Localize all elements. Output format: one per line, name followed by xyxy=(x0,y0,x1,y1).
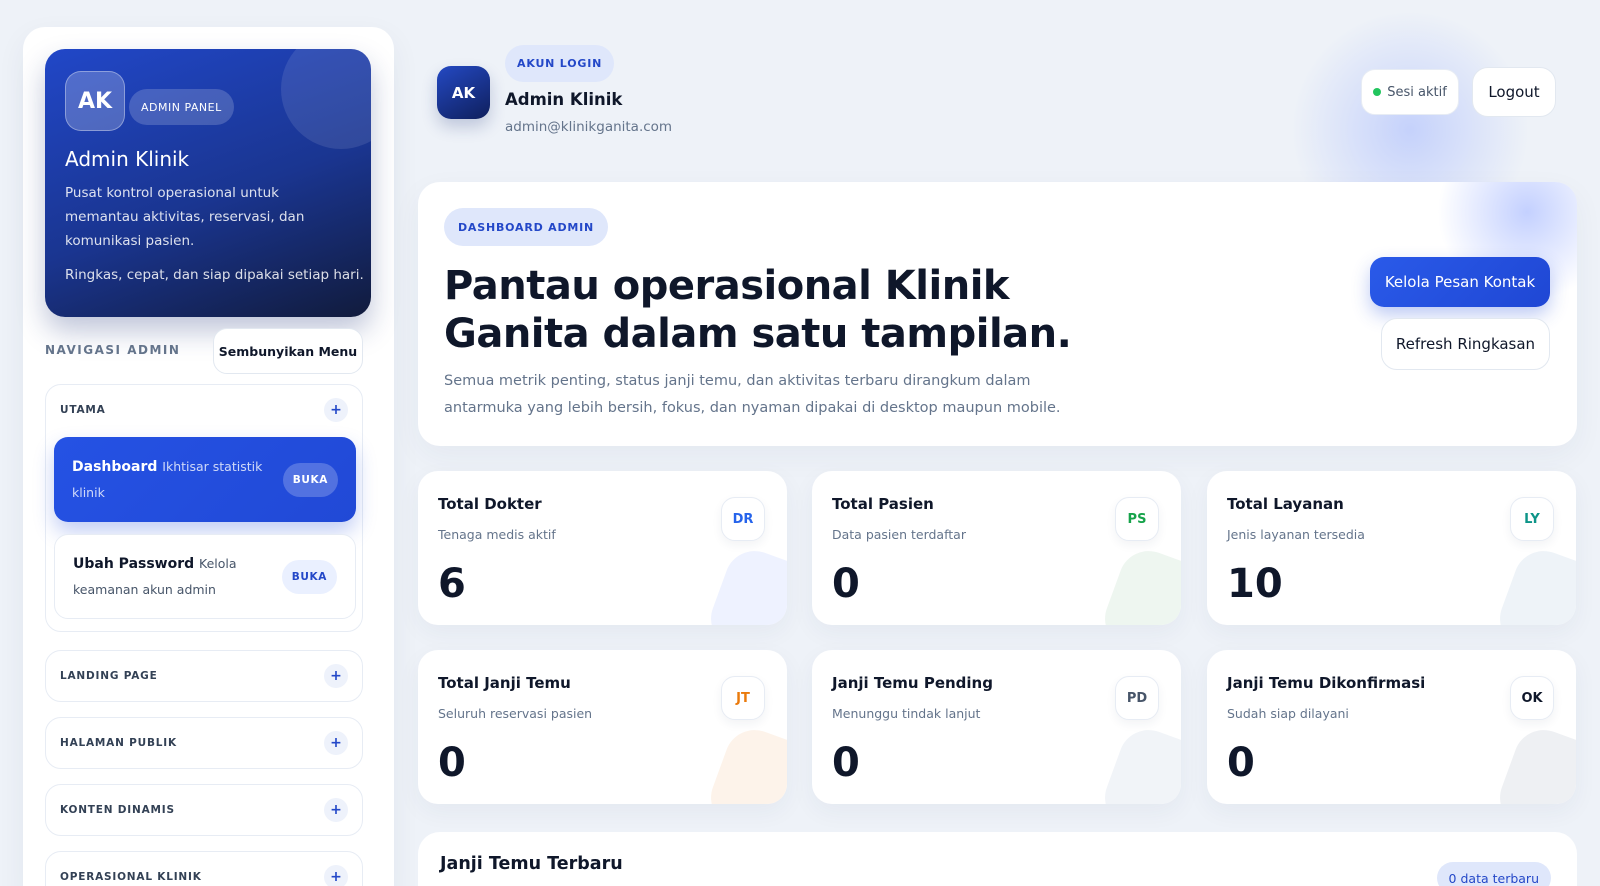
stat-code-icon: LY xyxy=(1510,497,1554,541)
admin-panel-badge: ADMIN PANEL xyxy=(129,89,234,125)
stat-title: Total Dokter xyxy=(438,495,542,513)
manage-contact-messages-button[interactable]: Kelola Pesan Kontak xyxy=(1370,257,1550,307)
stat-card-total-pasien: Total Pasien Data pasien terdaftar 0 PS xyxy=(812,471,1181,625)
stat-card-total-janji-temu: Total Janji Temu Seluruh reservasi pasien… xyxy=(418,650,787,804)
session-status-badge: Sesi aktif xyxy=(1361,69,1459,115)
user-name: Admin Klinik xyxy=(505,90,623,109)
decorative-circle xyxy=(281,49,371,149)
recent-count-badge: 0 data terbaru xyxy=(1436,862,1551,886)
stat-value: 0 xyxy=(832,740,860,786)
nav-group-header[interactable]: LANDING PAGE + xyxy=(46,651,362,701)
refresh-summary-button[interactable]: Refresh Ringkasan xyxy=(1381,318,1550,370)
nav-group-header[interactable]: UTAMA + xyxy=(46,385,362,435)
recent-appointments-title: Janji Temu Terbaru xyxy=(440,854,623,874)
nav-group-header[interactable]: OPERASIONAL KLINIK + xyxy=(46,852,362,886)
decorative-blob xyxy=(1491,542,1576,625)
nav-group-title: KONTEN DINAMIS xyxy=(60,804,175,816)
admin-hero-card: AK ADMIN PANEL Admin Klinik Pusat kontro… xyxy=(45,49,371,317)
nav-group-operasional-klinik[interactable]: OPERASIONAL KLINIK + xyxy=(45,851,363,886)
hero-tagline: Ringkas, cepat, dan siap dipakai setiap … xyxy=(65,267,364,283)
account-badge: AKUN LOGIN xyxy=(505,45,615,82)
nav-group-utama: UTAMA + Dashboard Ikhtisar statistik kli… xyxy=(45,384,363,632)
stat-value: 10 xyxy=(1227,561,1283,607)
sidebar-item-change-password[interactable]: Ubah Password Kelola keamanan akun admin… xyxy=(54,534,356,619)
stat-title: Janji Temu Pending xyxy=(832,674,993,692)
open-button[interactable]: BUKA xyxy=(281,559,337,594)
nav-item-label: Dashboard xyxy=(72,458,163,475)
nav-group-landing-page[interactable]: LANDING PAGE + xyxy=(45,650,363,702)
nav-item-label: Ubah Password xyxy=(73,555,200,572)
stat-card-janji-temu-dikonfirmasi: Janji Temu Dikonfirmasi Sudah siap dilaya… xyxy=(1207,650,1576,804)
sidebar: AK ADMIN PANEL Admin Klinik Pusat kontro… xyxy=(23,27,394,886)
stat-title: Total Pasien xyxy=(832,495,934,513)
page-title: Pantau operasional Klinik Ganita dalam s… xyxy=(444,263,1072,357)
dashboard-banner: DASHBOARD ADMIN Pantau operasional Klini… xyxy=(418,182,1577,446)
stat-value: 6 xyxy=(438,561,466,607)
nav-heading: NAVIGASI ADMIN xyxy=(45,343,181,357)
stat-value: 0 xyxy=(832,561,860,607)
stat-card-total-layanan: Total Layanan Jenis layanan tersedia 10 LY xyxy=(1207,471,1576,625)
logout-button[interactable]: Logout xyxy=(1472,67,1556,117)
session-status-label: Sesi aktif xyxy=(1387,84,1447,100)
nav-group-title: UTAMA xyxy=(60,404,106,416)
nav-group-title: OPERASIONAL KLINIK xyxy=(60,871,202,883)
stat-subtitle: Menunggu tindak lanjut xyxy=(832,706,981,721)
stat-code-icon: PD xyxy=(1115,676,1159,720)
decorative-blob xyxy=(1096,542,1181,625)
stat-code-icon: PS xyxy=(1115,497,1159,541)
expand-icon[interactable]: + xyxy=(324,865,348,886)
nav-item-text: Ubah Password Kelola keamanan akun admin xyxy=(73,551,282,603)
stat-subtitle: Seluruh reservasi pasien xyxy=(438,706,593,721)
stat-value: 0 xyxy=(438,740,466,786)
stat-code-icon: DR xyxy=(721,497,765,541)
stat-subtitle: Tenaga medis aktif xyxy=(438,527,556,542)
recent-appointments-panel: Janji Temu Terbaru 0 data terbaru xyxy=(418,832,1577,886)
stat-card-total-dokter: Total Dokter Tenaga medis aktif 6 DR xyxy=(418,471,787,625)
nav-group-header[interactable]: HALAMAN PUBLIK + xyxy=(46,718,362,768)
avatar: AK xyxy=(65,71,125,131)
stat-subtitle: Jenis layanan tersedia xyxy=(1227,527,1365,542)
stat-subtitle: Data pasien terdaftar xyxy=(832,527,966,542)
dashboard-badge: DASHBOARD ADMIN xyxy=(444,208,609,246)
stat-title: Janji Temu Dikonfirmasi xyxy=(1227,674,1426,692)
page-description: Semua metrik penting, status janji temu,… xyxy=(444,373,1061,416)
stat-value: 0 xyxy=(1227,740,1255,786)
decorative-blob xyxy=(702,721,787,804)
nav-group-konten-dinamis[interactable]: KONTEN DINAMIS + xyxy=(45,784,363,836)
expand-icon[interactable]: + xyxy=(324,731,348,755)
nav-group-title: LANDING PAGE xyxy=(60,670,158,682)
hide-menu-button[interactable]: Sembunyikan Menu xyxy=(213,328,363,374)
status-dot-icon xyxy=(1373,88,1382,96)
hero-title: Admin Klinik xyxy=(65,147,190,171)
decorative-blob xyxy=(1491,721,1576,804)
stat-title: Total Janji Temu xyxy=(438,674,571,692)
nav-group-halaman-publik[interactable]: HALAMAN PUBLIK + xyxy=(45,717,363,769)
expand-icon[interactable]: + xyxy=(324,798,348,822)
nav-group-title: HALAMAN PUBLIK xyxy=(60,737,177,749)
stat-code-icon: OK xyxy=(1510,676,1554,720)
nav-item-text: Dashboard Ikhtisar statistik klinik xyxy=(72,454,282,506)
stat-title: Total Layanan xyxy=(1227,495,1344,513)
stat-code-icon: JT xyxy=(721,676,765,720)
user-avatar: AK xyxy=(437,66,490,119)
open-button[interactable]: BUKA xyxy=(282,462,338,497)
expand-icon[interactable]: + xyxy=(324,664,348,688)
sidebar-item-dashboard[interactable]: Dashboard Ikhtisar statistik klinik BUKA xyxy=(54,437,356,522)
user-email: admin@klinikganita.com xyxy=(505,119,673,135)
expand-icon[interactable]: + xyxy=(324,398,348,422)
hero-description: Pusat kontrol operasional untuk memantau… xyxy=(65,185,305,249)
nav-group-header[interactable]: KONTEN DINAMIS + xyxy=(46,785,362,835)
stat-subtitle: Sudah siap dilayani xyxy=(1227,706,1349,721)
stat-card-janji-temu-pending: Janji Temu Pending Menunggu tindak lanjut… xyxy=(812,650,1181,804)
decorative-blob xyxy=(702,542,787,625)
decorative-blob xyxy=(1096,721,1181,804)
